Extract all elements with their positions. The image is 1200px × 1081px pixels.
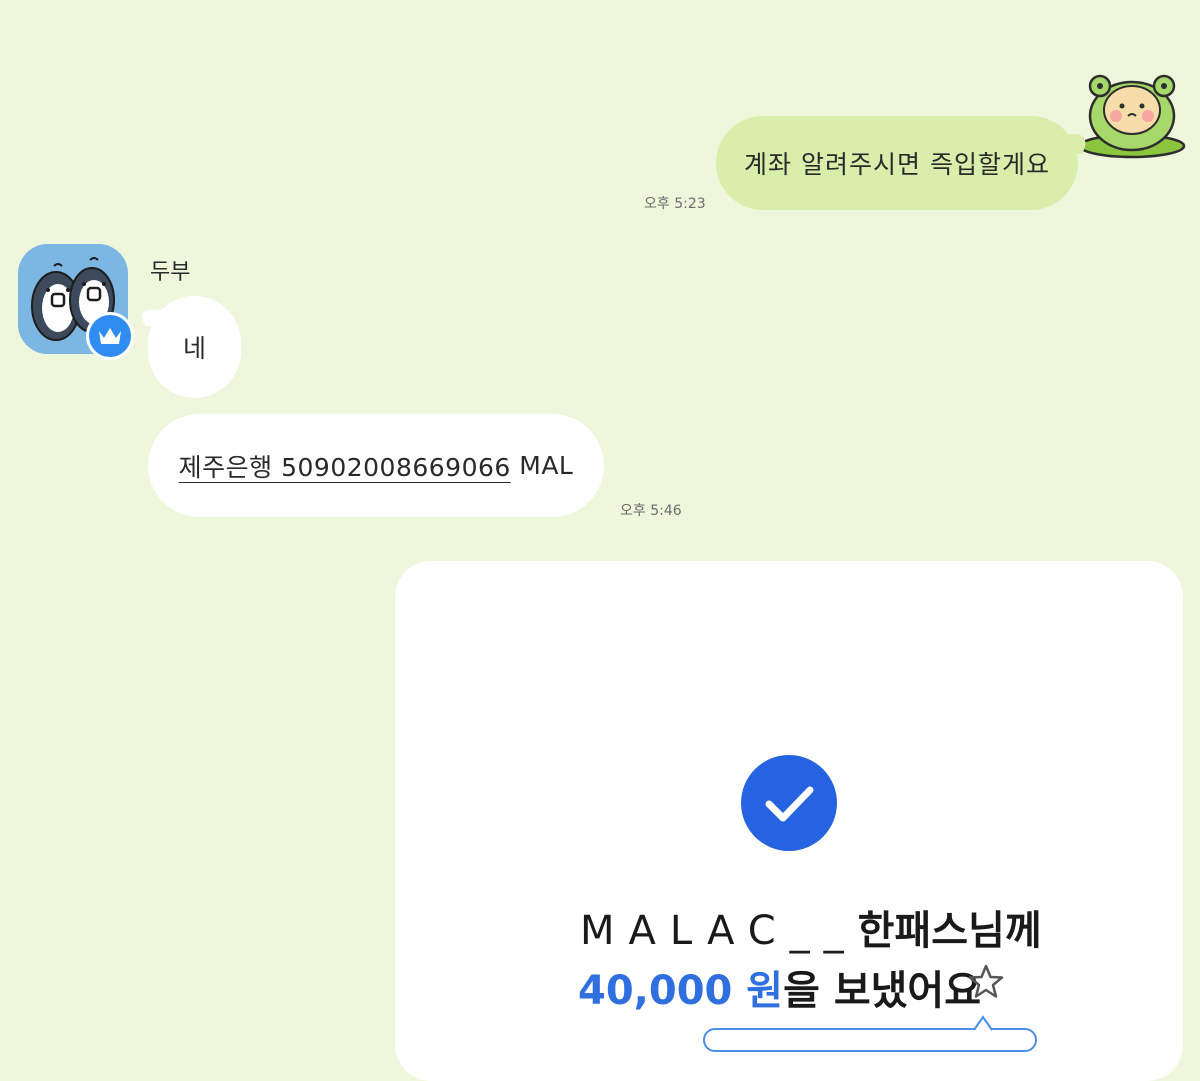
check-icon bbox=[741, 755, 837, 851]
recipient-name: MALAC__ bbox=[580, 908, 858, 954]
recipient-suffix: 한패스님께 bbox=[857, 908, 1042, 954]
crown-icon bbox=[86, 312, 134, 360]
star-icon[interactable] bbox=[966, 962, 1006, 1002]
message-timestamp: 오후 5:46 bbox=[620, 503, 682, 519]
frog-character-icon bbox=[1076, 68, 1188, 160]
message-bubble-incoming[interactable]: 네 bbox=[148, 296, 241, 398]
message-bubble-outgoing[interactable]: 계좌 알려주시면 즉입할게요 bbox=[716, 116, 1078, 210]
account-number-link[interactable]: 제주은행 50902008669066 bbox=[179, 448, 511, 484]
message-timestamp: 오후 5:23 bbox=[644, 196, 706, 212]
sender-name: 두부 bbox=[150, 260, 191, 285]
message-text: 계좌 알려주시면 즉입할게요 bbox=[744, 150, 1050, 179]
tooltip-pointer bbox=[972, 1014, 994, 1036]
message-text: MAL bbox=[510, 451, 574, 480]
message-bubble-incoming[interactable]: 제주은행 50902008669066 MAL bbox=[148, 414, 604, 517]
message-text: 네 bbox=[182, 334, 206, 363]
transfer-amount-line: 40,000 원을 보냈어요 bbox=[578, 958, 981, 1016]
transfer-recipient-line: MALAC__한패스님께 bbox=[580, 898, 1042, 956]
transfer-amount: 40,000 원 bbox=[578, 968, 784, 1014]
transfer-amount-suffix: 을 보냈어요 bbox=[783, 968, 982, 1014]
